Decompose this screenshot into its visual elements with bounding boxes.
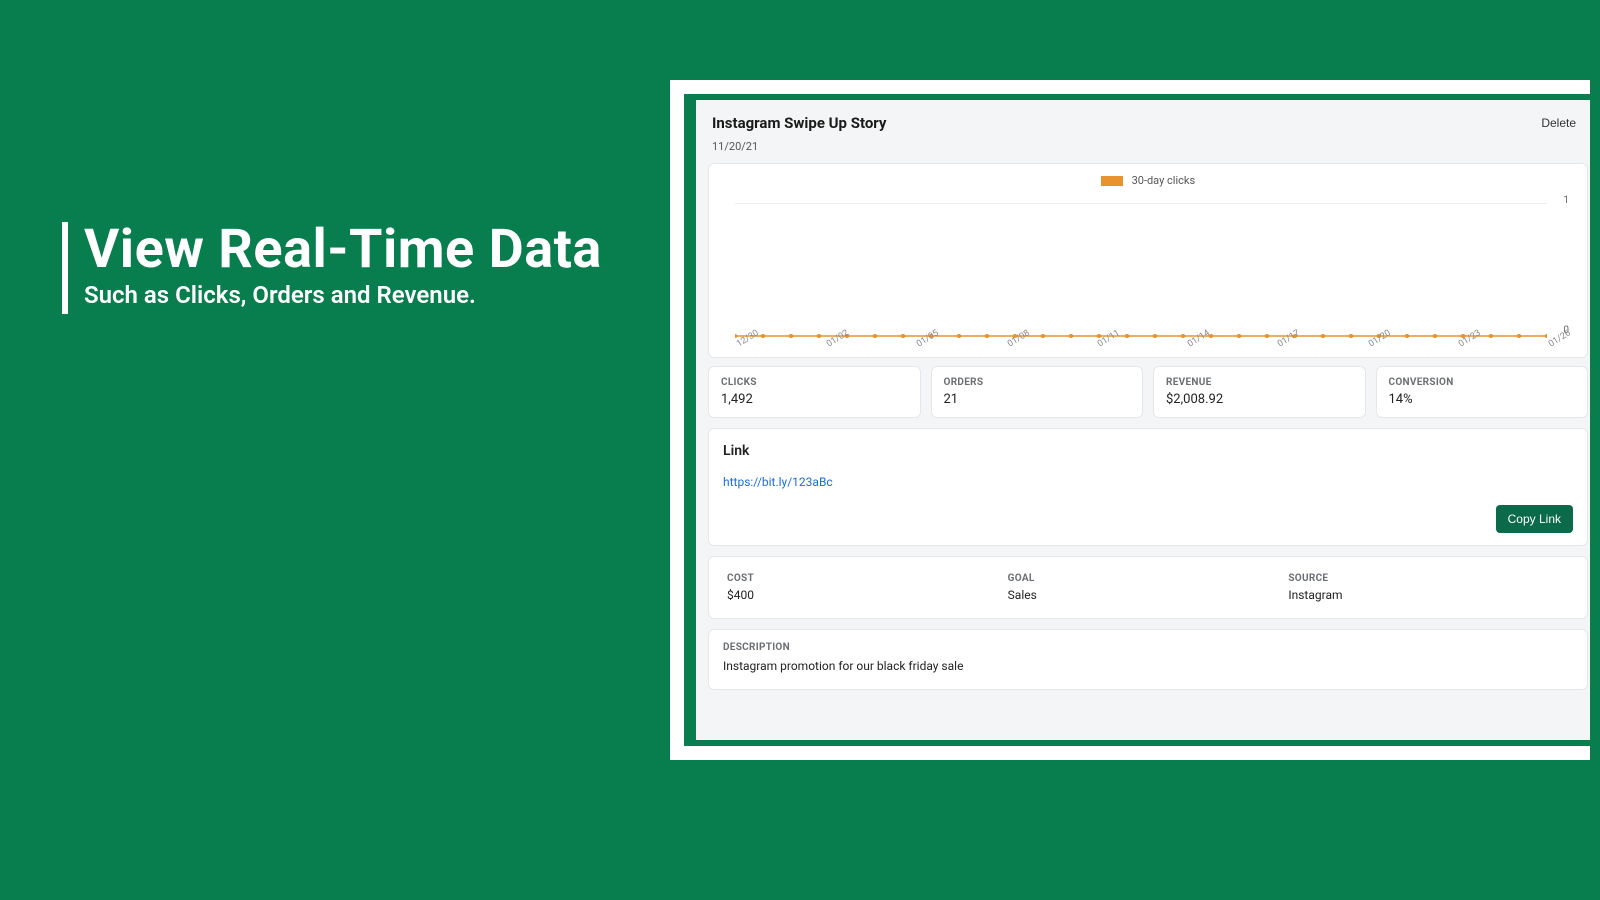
x-tick-label: 01/23: [1457, 341, 1465, 355]
meta-card: COST $400 GOAL Sales SOURCE Instagram: [708, 556, 1588, 619]
stat-label: REVENUE: [1166, 377, 1353, 388]
stat-value: 21: [944, 392, 1131, 407]
x-tick-label: 01/11: [1096, 341, 1104, 355]
x-tick-label: 01/08: [1006, 341, 1014, 355]
meta-value: Instagram: [1288, 588, 1569, 602]
app-panel: Instagram Swipe Up Story Delete 11/20/21…: [696, 100, 1590, 740]
y-tick-top: 1: [1563, 195, 1569, 206]
meta-cost: COST $400: [727, 573, 1008, 602]
link-title: Link: [723, 443, 1573, 459]
hero-title: View Real-Time Data: [84, 222, 602, 279]
stats-row: CLICKS 1,492 ORDERS 21 REVENUE $2,008.92…: [708, 366, 1588, 418]
description-card: DESCRIPTION Instagram promotion for our …: [708, 629, 1588, 690]
meta-goal: GOAL Sales: [1008, 573, 1289, 602]
copy-link-button[interactable]: Copy Link: [1496, 505, 1573, 533]
app-header: Instagram Swipe Up Story Delete: [708, 110, 1590, 134]
stat-value: 14%: [1389, 392, 1576, 407]
page-title: Instagram Swipe Up Story: [712, 114, 886, 132]
stat-revenue: REVENUE $2,008.92: [1153, 366, 1366, 418]
meta-label: GOAL: [1008, 573, 1289, 584]
x-tick-label: 12/30: [735, 341, 743, 355]
campaign-date: 11/20/21: [708, 134, 1590, 163]
link-card: Link https://bit.ly/123aBc Copy Link: [708, 428, 1588, 546]
screenshot-frame-outer: Instagram Swipe Up Story Delete 11/20/21…: [670, 80, 1590, 760]
legend-swatch-icon: [1101, 176, 1123, 186]
stat-value: $2,008.92: [1166, 392, 1353, 407]
x-tick-label: 01/14: [1186, 341, 1194, 355]
screenshot-frame-inner: Instagram Swipe Up Story Delete 11/20/21…: [684, 94, 1590, 746]
chart-area: 1 0 12/3001/0201/0501/0801/1101/1401/170…: [719, 191, 1577, 351]
description-label: DESCRIPTION: [723, 642, 1573, 653]
meta-source: SOURCE Instagram: [1288, 573, 1569, 602]
chart-line: [735, 331, 1547, 341]
meta-label: SOURCE: [1288, 573, 1569, 584]
chart-legend: 30-day clicks: [719, 174, 1577, 187]
meta-value: $400: [727, 588, 1008, 602]
stat-value: 1,492: [721, 392, 908, 407]
x-tick-label: 01/17: [1276, 341, 1284, 355]
hero-block: View Real-Time Data Such as Clicks, Orde…: [62, 222, 602, 309]
x-tick-label: 01/02: [825, 341, 833, 355]
x-axis-ticks: 12/30 01/02 01/05 01/08 01/11 01/14 01/17 01/20…: [735, 341, 1547, 357]
meta-value: Sales: [1008, 588, 1289, 602]
link-actions: Copy Link: [723, 505, 1573, 533]
x-tick-label: 01/05: [915, 341, 923, 355]
x-tick-label: 01/20: [1367, 341, 1375, 355]
stat-label: CONVERSION: [1389, 377, 1576, 388]
hero-rule: [62, 222, 68, 314]
delete-button[interactable]: Delete: [1541, 116, 1576, 130]
hero-subtitle: Such as Clicks, Orders and Revenue.: [84, 281, 602, 309]
x-tick-label: 01/26: [1547, 341, 1555, 355]
meta-label: COST: [727, 573, 1008, 584]
legend-label: 30-day clicks: [1132, 174, 1196, 187]
stat-label: ORDERS: [944, 377, 1131, 388]
chart-card: 30-day clicks 1 0 12/3001/0201/0501/0801…: [708, 163, 1588, 358]
campaign-link[interactable]: https://bit.ly/123aBc: [723, 475, 1573, 489]
stat-conversion: CONVERSION 14%: [1376, 366, 1589, 418]
description-value: Instagram promotion for our black friday…: [723, 659, 1573, 673]
stat-orders: ORDERS 21: [931, 366, 1144, 418]
stat-label: CLICKS: [721, 377, 908, 388]
chart-gridline: [735, 203, 1547, 204]
stat-clicks: CLICKS 1,492: [708, 366, 921, 418]
